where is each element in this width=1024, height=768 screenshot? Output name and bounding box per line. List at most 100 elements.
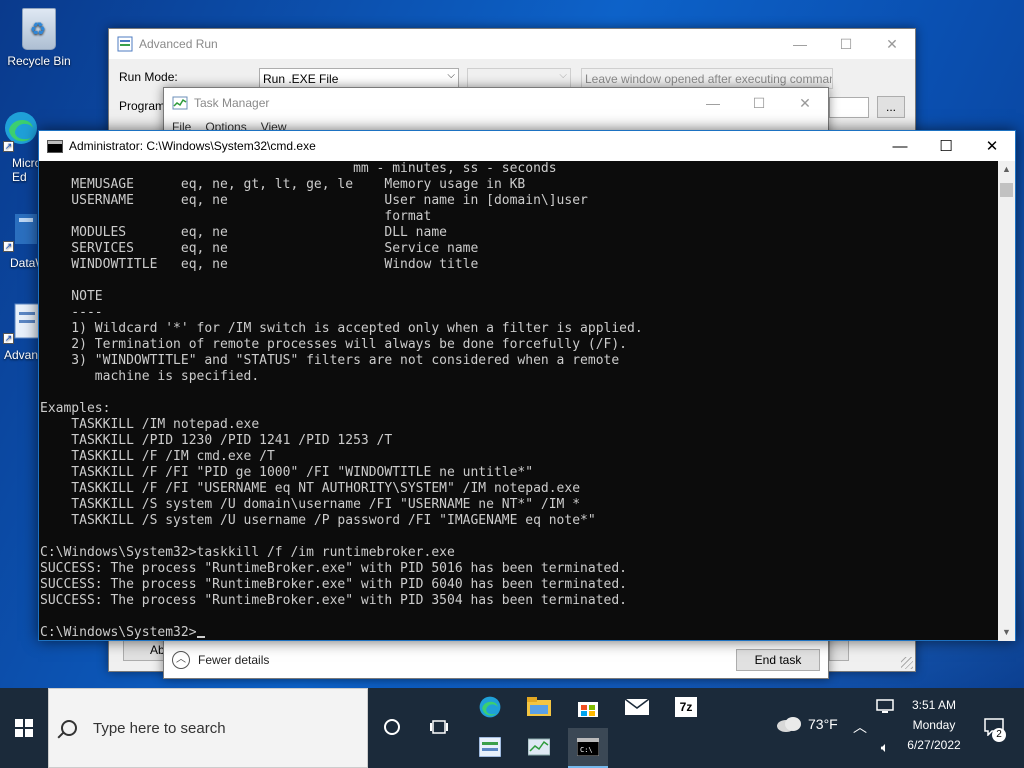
console-prompt: C:\Windows\System32> [40, 625, 197, 640]
console-line: MEMUSAGE eq, ne, gt, lt, ge, le Memory u… [40, 177, 526, 192]
taskbar-edge[interactable] [470, 688, 510, 726]
task-manager-app-icon [172, 96, 188, 110]
console-line: machine is specified. [40, 369, 260, 384]
console-line: TASKKILL /F /IM cmd.exe /T [40, 449, 275, 464]
taskbar-mail[interactable] [617, 688, 657, 726]
clock-date: 6/27/2022 [907, 738, 961, 752]
search-icon [61, 720, 77, 736]
taskbar-cmd[interactable]: C:\ [568, 728, 608, 766]
cmd-titlebar[interactable]: Administrator: C:\Windows\System32\cmd.e… [39, 131, 1015, 161]
task-manager-app-icon [528, 738, 550, 756]
start-button[interactable] [0, 688, 48, 768]
notification-badge: 2 [992, 728, 1006, 742]
window-title: Task Manager [194, 96, 270, 110]
network-button[interactable] [870, 688, 900, 726]
minimize-button[interactable]: — [777, 29, 823, 59]
leave-window-value: Leave window opened after executing comm… [585, 71, 833, 86]
chevron-up-icon[interactable]: ︿ [172, 651, 190, 669]
program-input[interactable] [829, 97, 869, 118]
advanced-run-titlebar[interactable]: Advanced Run — ☐ ✕ [109, 29, 915, 59]
minimize-icon: — [793, 36, 807, 52]
clock-time: 3:51 AM [911, 698, 957, 712]
vertical-scrollbar[interactable]: ▲ ▼ [998, 161, 1015, 641]
taskbar-search[interactable]: Type here to search [48, 688, 368, 768]
taskbar-store[interactable] [568, 688, 608, 726]
task-view-button[interactable] [420, 708, 460, 746]
mail-icon [625, 699, 649, 715]
dataw-icon: ↗ [1, 208, 41, 252]
taskbar-task-manager[interactable] [519, 728, 559, 766]
console-line: TASKKILL /S system /U username /P passwo… [40, 513, 596, 528]
edge-icon [479, 696, 501, 718]
console-line: WINDOWTITLE eq, ne Window title [40, 257, 479, 272]
task-view-icon [430, 720, 448, 734]
maximize-icon: ☐ [752, 94, 766, 111]
weather-temperature: 73°F [808, 716, 838, 732]
minimize-button[interactable]: — [690, 88, 736, 118]
bottom-right-button[interactable] [829, 639, 849, 661]
minimize-button[interactable]: — [877, 131, 923, 161]
chevron-down-icon: ⌵ [559, 70, 567, 81]
svg-text:C:\: C:\ [580, 746, 593, 754]
chevron-down-icon: ⌵ [447, 70, 455, 81]
chevron-up-icon: ︿ [853, 719, 867, 735]
resize-grip-icon[interactable] [901, 657, 913, 669]
console-line: MODULES eq, ne DLL name [40, 225, 447, 240]
console-line: TASKKILL /F /FI "PID ge 1000" /FI "WINDO… [40, 465, 534, 480]
console-line: 1) Wildcard '*' for /IM switch is accept… [40, 321, 643, 336]
console-output[interactable]: mm - minutes, ss - seconds MEMUSAGE eq, … [39, 161, 999, 641]
program-label: Program [119, 99, 166, 113]
close-button[interactable]: ✕ [782, 88, 828, 118]
leave-window-select: Leave window opened after executing comm… [581, 68, 833, 89]
folder-icon [527, 697, 551, 716]
cmd-window[interactable]: Administrator: C:\Windows\System32\cmd.e… [38, 130, 1016, 641]
fewer-details-link[interactable]: Fewer details [198, 653, 269, 667]
desktop-icon-label: Recycle Bin [7, 54, 71, 68]
scroll-up-icon[interactable]: ▲ [998, 161, 1015, 178]
run-mode-label: Run Mode: [119, 70, 178, 84]
maximize-icon: ☐ [839, 35, 853, 52]
maximize-button[interactable]: ☐ [923, 131, 969, 161]
advanced-run-app-icon [117, 36, 133, 52]
cortana-icon [384, 719, 400, 735]
console-line: format [40, 209, 432, 224]
cortana-button[interactable] [372, 708, 412, 746]
console-line: Examples: [40, 401, 111, 416]
notification-center-button[interactable]: 2 [974, 708, 1014, 746]
taskbar-file-explorer[interactable] [519, 688, 559, 726]
seven-zip-icon: 7z [675, 697, 697, 717]
close-button[interactable]: ✕ [969, 131, 1015, 161]
browse-button[interactable]: ... [877, 96, 905, 118]
close-button[interactable]: ✕ [869, 29, 915, 59]
minimize-icon: — [706, 95, 720, 111]
task-manager-titlebar[interactable]: Task Manager — ☐ ✕ [164, 88, 828, 118]
scrollbar-thumb[interactable] [1000, 183, 1013, 197]
cmd-app-icon: C:\ [577, 738, 599, 756]
shortcut-arrow-icon: ↗ [3, 241, 14, 252]
console-line: 3) "WINDOWTITLE" and "STATUS" filters ar… [40, 353, 620, 368]
console-prompt-line[interactable]: C:\Windows\System32> [40, 625, 999, 641]
run-mode-select[interactable]: Run .EXE File ⌵ [259, 68, 459, 89]
weather-widget[interactable]: 73°F [776, 716, 838, 732]
clock[interactable]: 3:51 AM Monday 6/27/2022 [900, 698, 968, 752]
console-line: ---- [40, 305, 103, 320]
task-manager-footer: ︿ Fewer details End task [164, 642, 828, 678]
taskbar-7zip[interactable]: 7z [666, 688, 706, 726]
maximize-button[interactable]: ☐ [823, 29, 869, 59]
shortcut-arrow-icon: ↗ [3, 333, 14, 344]
minimize-icon: — [892, 137, 908, 155]
advanced-run-app-icon [479, 737, 501, 757]
volume-button[interactable]: 🔈︎ [870, 728, 900, 766]
console-line: USERNAME eq, ne User name in [domain\]us… [40, 193, 588, 208]
scroll-down-icon[interactable]: ▼ [998, 624, 1015, 641]
taskbar-advanced-run[interactable] [470, 728, 510, 766]
search-placeholder: Type here to search [93, 719, 226, 737]
advanced-run-app-icon: ↗ [1, 300, 41, 344]
console-line: SERVICES eq, ne Service name [40, 241, 479, 256]
desktop-icon-recycle-bin[interactable]: Recycle Bin [0, 8, 78, 68]
window-title: Administrator: C:\Windows\System32\cmd.e… [69, 139, 316, 153]
maximize-button[interactable]: ☐ [736, 88, 782, 118]
end-task-button[interactable]: End task [736, 649, 820, 671]
